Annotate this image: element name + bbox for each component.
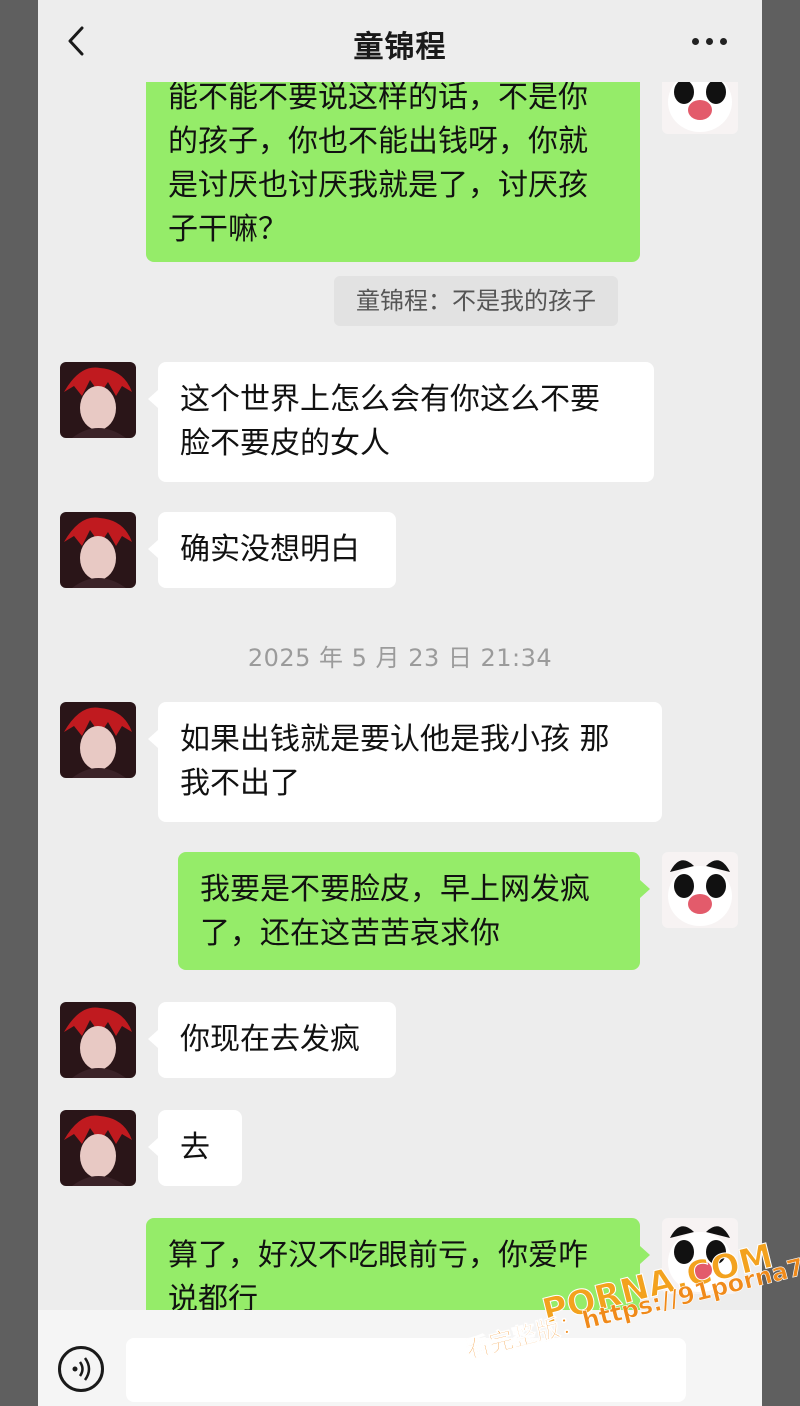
more-dots-icon [692,38,699,45]
red-hair-avatar-icon [60,702,136,778]
panda-avatar-icon [662,852,738,928]
my-avatar[interactable] [662,852,738,928]
message-line: 算了，好汉不吃眼前亏，你爱咋 [168,1238,588,1273]
contact-avatar[interactable] [60,702,136,778]
more-options-button[interactable] [692,38,728,46]
message-bubble-sent[interactable]: 能不能不要说这样的话，不是你 的孩子，你也不能出钱呀，你就 是讨厌也讨厌我就是了… [146,66,640,262]
voice-icon [72,1357,91,1381]
message-bubble-received[interactable]: 确实没想明白 [158,512,396,588]
contact-avatar[interactable] [60,1110,136,1186]
message-bubble-received[interactable]: 去 [158,1110,242,1186]
message-line: 你现在去发疯 [180,1022,360,1057]
chat-header: 童锦程 [38,0,762,82]
chat-title: 童锦程 [353,30,447,65]
input-bar [38,1310,762,1406]
timestamp: 2025 年 5 月 23 日 21:34 [247,644,553,672]
red-hair-avatar-icon [60,512,136,588]
message-line: 这个世界上怎么会有你这么不要 [180,382,600,417]
message-input[interactable] [126,1338,686,1402]
chat-screen: 能不能不要说这样的话，不是你 的孩子，你也不能出钱呀，你就 是讨厌也讨厌我就是了… [38,0,762,1406]
message-line: 我不出了 [180,766,300,801]
message-line: 如果出钱就是要认他是我小孩 那 [180,722,610,757]
voice-button[interactable] [58,1346,104,1392]
contact-avatar[interactable] [60,1002,136,1078]
message-bubble-sent[interactable]: 我要是不要脸皮，早上网发疯 了，还在这苦苦哀求你 [178,852,640,970]
message-line: 了，还在这苦苦哀求你 [200,916,500,951]
message-line: 能不能不要说这样的话，不是你 [168,80,588,115]
quoted-message[interactable]: 童锦程：不是我的孩子 [334,276,618,326]
message-bubble-received[interactable]: 你现在去发疯 [158,1002,396,1078]
message-line: 我要是不要脸皮，早上网发疯 [200,872,590,907]
message-line: 的孩子，你也不能出钱呀，你就 [168,124,588,159]
contact-avatar[interactable] [60,362,136,438]
message-line: 是讨厌也讨厌我就是了，讨厌孩 [168,168,588,203]
red-hair-avatar-icon [60,1002,136,1078]
message-line: 脸不要皮的女人 [180,426,390,461]
message-line: 确实没想明白 [180,532,360,567]
red-hair-avatar-icon [60,362,136,438]
message-bubble-received[interactable]: 如果出钱就是要认他是我小孩 那 我不出了 [158,702,662,822]
red-hair-avatar-icon [60,1110,136,1186]
message-bubble-received[interactable]: 这个世界上怎么会有你这么不要 脸不要皮的女人 [158,362,654,482]
contact-avatar[interactable] [60,512,136,588]
message-line: 子干嘛？ [168,212,288,247]
message-line: 去 [180,1130,210,1165]
